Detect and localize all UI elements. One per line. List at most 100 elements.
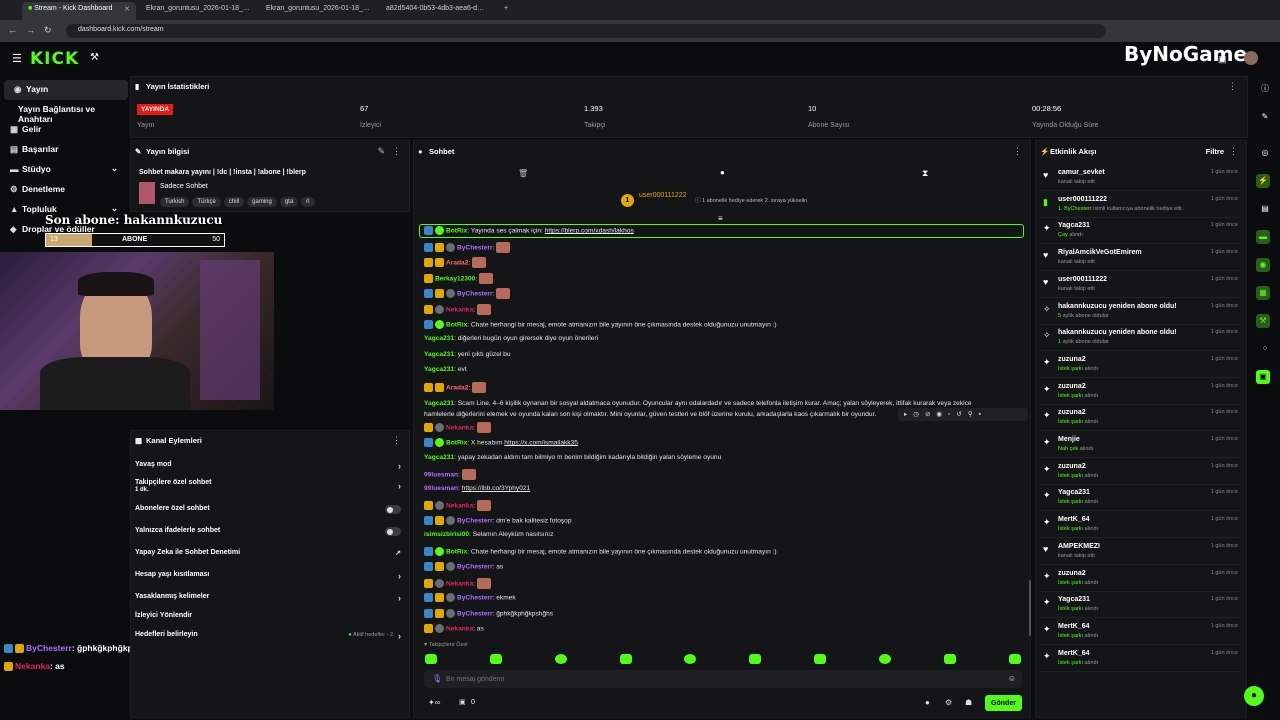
chat-username[interactable]: Yagca231 (424, 351, 454, 358)
chat-username[interactable]: 99luesman (424, 485, 458, 492)
chat-username[interactable]: 99luesman (424, 471, 458, 478)
chat-message[interactable]: Nekanka: (424, 578, 1024, 589)
chat-username[interactable]: Berkay12300 (435, 275, 475, 282)
filter-icon[interactable]: ≡ (718, 214, 723, 223)
chat-message[interactable]: Nekanka: as (424, 624, 1024, 633)
activity-event[interactable]: ✧ hakannkuzucu yeniden abone oldu! 5 aylık… (1040, 299, 1240, 325)
hammer-icon[interactable]: ⚒ (90, 52, 99, 63)
reload-icon[interactable]: ↻ (44, 25, 52, 36)
emote-icon[interactable] (749, 654, 761, 664)
url-field[interactable]: dashboard.kick.com/stream (66, 24, 1106, 38)
emote-only-toggle[interactable] (385, 527, 401, 536)
gear-icon[interactable]: ⚙ (945, 698, 952, 707)
activity-event[interactable]: ✦ Yagca231 Çay alındı 1 gün önce (1040, 218, 1240, 245)
eye-icon[interactable]: ◉ (936, 411, 948, 418)
microphone-icon[interactable]: 🎙 (432, 674, 442, 683)
activity-event[interactable]: ✦ Yagca231 İstek şarkı alındı 1 gün önce (1040, 592, 1240, 619)
activity-event[interactable]: ▮ user000111222 1. ByChesterr isimli kulla… (1040, 192, 1240, 218)
tag[interactable]: rl (301, 197, 315, 207)
reply-icon[interactable]: ↺ (956, 411, 967, 418)
more-icon[interactable]: ⋮ (1228, 81, 1237, 92)
chat-message[interactable]: ByChesterr: (424, 288, 1024, 299)
chat-settings-icon[interactable]: ● (925, 698, 930, 707)
tag[interactable]: gta (279, 197, 299, 207)
chat-username[interactable]: BotRix (446, 548, 467, 555)
layout-icon[interactable]: ▦ (1256, 286, 1270, 300)
kick-logo[interactable]: KICK (30, 49, 79, 69)
chat-input[interactable] (446, 672, 1006, 686)
close-icon[interactable]: ✕ (124, 5, 130, 13)
chat-username[interactable]: BotRix (446, 227, 467, 234)
studio-icon[interactable]: ▣ (1218, 54, 1227, 65)
browser-tab[interactable]: ■ Stream - Kick Dashboard ✕ (22, 2, 136, 20)
new-tab-icon[interactable]: + (498, 2, 512, 20)
chat-username[interactable]: ByChesterr (457, 594, 493, 601)
chat-message[interactable]: Yagca231: yeni çıktı güzel bu (424, 351, 1024, 358)
chat-username[interactable]: Yagca231 (424, 366, 454, 373)
subscribers-only-toggle[interactable] (385, 505, 401, 514)
chat-username[interactable]: ByChesterr (457, 244, 493, 251)
more-icon[interactable]: ⋮ (1013, 146, 1022, 157)
sparkle-icon[interactable]: ✦∞ (428, 698, 440, 707)
activity-event[interactable]: ✦ zuzuna2 İstek şarkı alındı 1 gün önce (1040, 379, 1240, 405)
chat-message[interactable]: BotRix: Yayında ses çalmak için: https:/… (424, 226, 1024, 235)
chat-message[interactable]: ByChesterr: ekmek (424, 593, 1024, 602)
chat-message[interactable]: Arada2: (424, 257, 1024, 268)
chat-username[interactable]: Nekanka (446, 424, 473, 431)
activity-event[interactable]: ✦ MertK_64 İstek şarkı alındı 1 gün önce (1040, 512, 1240, 539)
chat-message[interactable]: ByChesterr: dm'e bak kalitesiz fotoşop (424, 516, 1024, 525)
nav-item-moderation[interactable]: ⚙ Denetleme (0, 180, 124, 200)
chat-link[interactable]: https://ibb.co/3Yphy021 (462, 485, 530, 492)
trash-icon[interactable]: 🗑 (518, 169, 528, 178)
activity-event[interactable]: ✦ zuzuna2 İstek şarkı alındı 1 gün önce (1040, 405, 1240, 432)
chat-message[interactable]: Berkay12300: (424, 273, 1024, 284)
emote-icon[interactable] (944, 654, 956, 664)
activity-event[interactable]: ✦ zuzuna2 İstek şarkı alındı 1 gün önce (1040, 566, 1240, 592)
forward-icon[interactable]: → (26, 25, 35, 35)
raid-row[interactable]: İzleyici Yönlendir (135, 612, 407, 624)
chat-icon[interactable]: ▬ (1256, 230, 1270, 244)
clipboard-icon[interactable]: ▤ (1258, 202, 1272, 216)
activity-event[interactable]: ♥ RiyalAmcikVeGotEmirem kanalı takip etti 1… (1040, 245, 1240, 272)
tag[interactable]: Türkçe (192, 197, 221, 207)
emote-icon[interactable] (555, 654, 567, 664)
chat-username[interactable]: Arada2 (446, 384, 468, 391)
filter-button[interactable]: Filtre (1206, 147, 1224, 156)
store-icon[interactable]: ▣ (1256, 370, 1270, 384)
emote-icon[interactable] (879, 654, 891, 664)
browser-tab[interactable]: Ekran_goruntusu_2026-01-18_… (140, 2, 256, 20)
activity-event[interactable]: ✦ Yagca231 İstek şarkı alındı 1 gün önce (1040, 485, 1240, 512)
share-icon[interactable]: ⁘ (1258, 342, 1272, 356)
activity-event[interactable]: ♥ camur_sevket kanalı takip etti 1 gün önce (1040, 165, 1240, 191)
goals-row[interactable]: Hedefleri belirleyin ● Aktif hedefler - 2… (135, 631, 407, 643)
help-chat-icon[interactable]: ● (1244, 686, 1264, 706)
chat-username[interactable]: BotRix (446, 439, 467, 446)
chat-username[interactable]: Nekanka (446, 580, 473, 587)
banned-words-row[interactable]: Yasaklanmış kelimeler › (135, 593, 407, 605)
avatar[interactable] (1244, 51, 1258, 65)
chat-link[interactable]: https://blerp.com/xdash/lakhos (545, 227, 634, 234)
nav-item-revenue[interactable]: ▦ Gelir (0, 120, 124, 140)
tag[interactable]: Turkish (160, 197, 190, 207)
more-icon[interactable]: ⋮ (392, 435, 401, 446)
chat-message[interactable]: BotRix: Chate herhangi bir mesaj, emote … (424, 320, 1024, 329)
tag[interactable]: chill (223, 197, 245, 207)
chat-username[interactable]: ByChesterr (457, 290, 493, 297)
chat-message[interactable]: 99luesman: https://ibb.co/3Yphy021 (424, 485, 1024, 492)
activity-event[interactable]: ✦ Menjie Nah çek alındı 1 gün önce (1040, 432, 1240, 458)
emote-icon[interactable] (490, 654, 502, 664)
chat-username[interactable]: Yagca231 (424, 454, 454, 461)
target-icon[interactable]: ◎ (1258, 146, 1272, 160)
browser-tab[interactable]: Ekran_goruntusu_2026-01-18_… (260, 2, 376, 20)
chat-username[interactable]: Arada2 (446, 259, 468, 266)
account-age-row[interactable]: Hesap yaşı kısıtlaması › (135, 571, 407, 583)
chat-message[interactable]: Nekanka: (424, 422, 1024, 433)
delete-icon[interactable]: ▪ (979, 411, 987, 418)
timeout-icon[interactable]: ◷ (913, 411, 925, 418)
chat-message[interactable]: ByChesterr: ğphkğkphğkpshğhs (424, 609, 1024, 618)
hourglass-icon[interactable]: ⧗ (922, 168, 928, 179)
points-icon[interactable]: ▣ (459, 698, 466, 706)
chat-message[interactable]: Nekanka: (424, 500, 1024, 511)
chat-message[interactable]: Yagca231: yapay zekadan aldım tam bilmiy… (424, 454, 1024, 461)
send-button[interactable]: Gönder (985, 695, 1022, 711)
